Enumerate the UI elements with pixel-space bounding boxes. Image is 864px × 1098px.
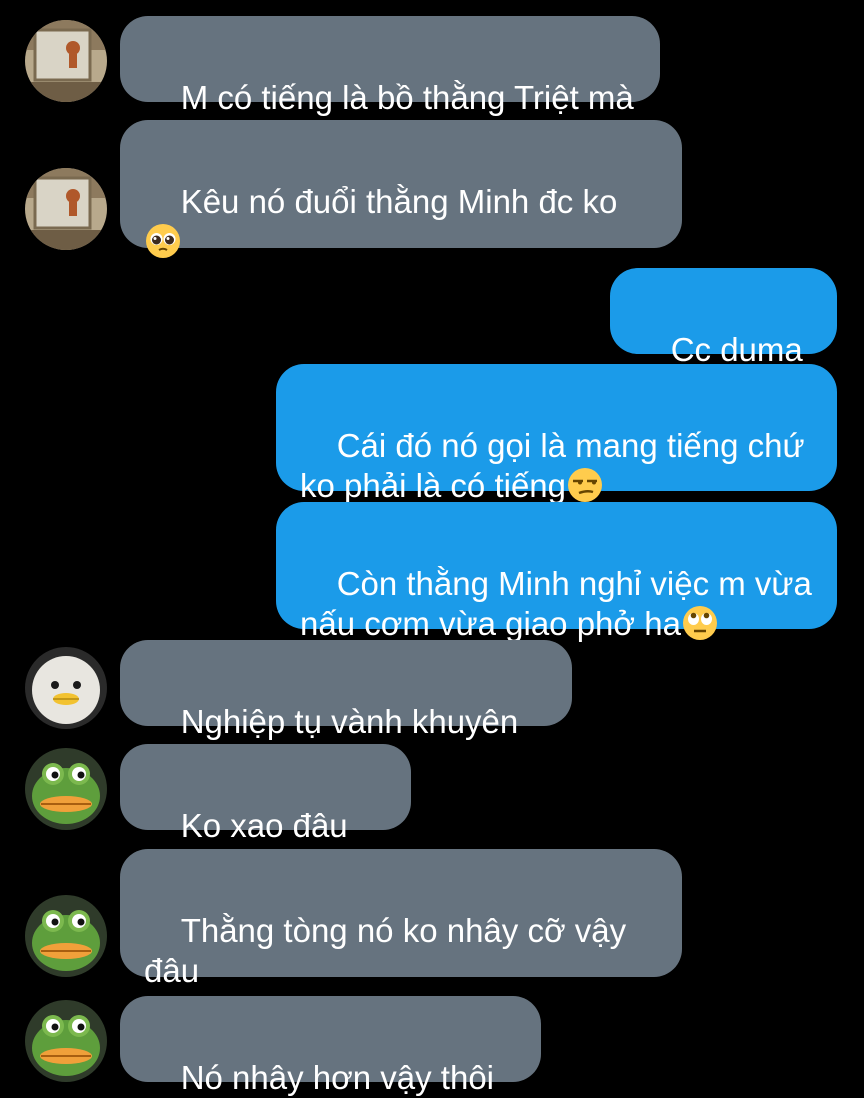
rolling-eyes-face-icon xyxy=(682,605,718,641)
incoming-message[interactable]: Thằng tòng nó ko nhây cỡ vậy đâu xyxy=(120,849,682,989)
message-text: Còn thằng Minh nghỉ việc m vừa nấu cơm v… xyxy=(300,565,812,642)
chat-thread: M có tiếng là bồ thằng Triệt mà Kêu nó đ… xyxy=(0,0,864,1098)
frog-avatar[interactable] xyxy=(25,748,107,830)
outgoing-message[interactable]: Cái đó nó gọi là mang tiếng chứ ko phải … xyxy=(276,364,837,504)
incoming-message[interactable]: Ko xao đâu anh xyxy=(120,744,411,884)
frog-avatar[interactable] xyxy=(25,1000,107,1082)
frog-avatar[interactable] xyxy=(25,895,107,977)
message-text: Thằng tòng nó ko nhây cỡ vậy đâu xyxy=(144,912,627,989)
incoming-message[interactable]: Nghiệp tụ vành khuyên xyxy=(120,640,572,777)
message-text: Nó nhây hơn vậy thôi xyxy=(180,1059,495,1096)
duck-avatar[interactable] xyxy=(25,647,107,729)
incoming-message[interactable]: M có tiếng là bồ thằng Triệt mà xyxy=(120,16,660,116)
incoming-message[interactable]: Nó nhây hơn vậy thôi xyxy=(120,996,541,1096)
outgoing-message[interactable]: Còn thằng Minh nghỉ việc m vừa nấu cơm v… xyxy=(276,502,837,642)
message-text: M có tiếng là bồ thằng Triệt mà xyxy=(180,79,634,116)
outgoing-message[interactable]: Cc duma m xyxy=(610,268,837,408)
unamused-face-icon xyxy=(567,467,603,503)
incoming-message[interactable]: Kêu nó đuổi thằng Minh đc ko xyxy=(120,120,682,258)
cat-avatar[interactable] xyxy=(25,20,107,102)
message-text: Nghiệp tụ vành khuyên xyxy=(180,703,519,740)
pleading-face-icon xyxy=(145,223,181,259)
cat-avatar[interactable] xyxy=(25,168,107,250)
message-text: Kêu nó đuổi thằng Minh đc ko xyxy=(180,183,618,220)
message-text: Cái đó nó gọi là mang tiếng chứ ko phải … xyxy=(300,427,805,504)
